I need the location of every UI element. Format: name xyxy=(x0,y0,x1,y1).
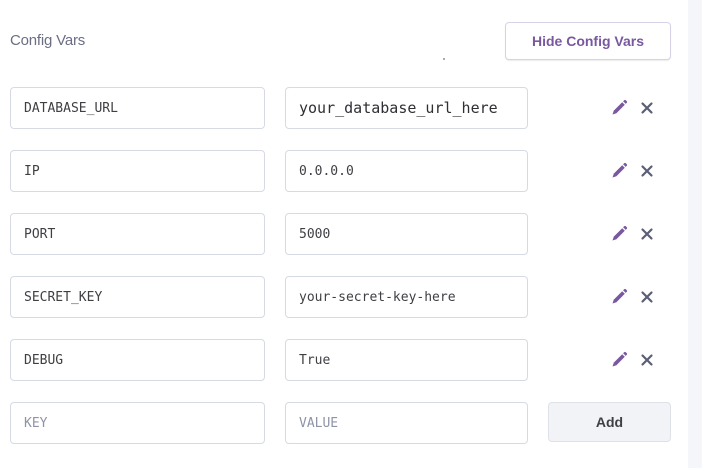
pencil-icon[interactable] xyxy=(609,224,629,244)
config-value-field[interactable]: your-secret-key-here xyxy=(285,276,528,318)
pencil-icon[interactable] xyxy=(609,287,629,307)
config-var-row: IP 0.0.0.0 xyxy=(0,150,688,192)
hide-config-vars-button[interactable]: Hide Config Vars xyxy=(505,22,671,60)
stray-dot xyxy=(443,58,445,60)
config-value-field[interactable]: 5000 xyxy=(285,213,528,255)
close-icon[interactable] xyxy=(637,224,657,244)
config-key-field[interactable]: PORT xyxy=(10,213,265,255)
new-key-input[interactable]: KEY xyxy=(10,402,265,444)
section-title: Config Vars xyxy=(10,32,86,49)
pencil-icon[interactable] xyxy=(609,161,629,181)
config-var-row: DATABASE_URL your_database_url_here xyxy=(0,87,688,129)
close-icon[interactable] xyxy=(637,161,657,181)
pencil-icon[interactable] xyxy=(609,350,629,370)
close-icon[interactable] xyxy=(637,350,657,370)
add-button[interactable]: Add xyxy=(548,402,671,442)
config-var-row: SECRET_KEY your-secret-key-here xyxy=(0,276,688,318)
close-icon[interactable] xyxy=(637,287,657,307)
config-value-field[interactable]: 0.0.0.0 xyxy=(285,150,528,192)
close-icon[interactable] xyxy=(637,98,657,118)
config-key-field[interactable]: SECRET_KEY xyxy=(10,276,265,318)
config-key-field[interactable]: IP xyxy=(10,150,265,192)
config-key-field[interactable]: DEBUG xyxy=(10,339,265,381)
config-var-row: DEBUG True xyxy=(0,339,688,381)
config-value-field[interactable]: True xyxy=(285,339,528,381)
config-value-field[interactable]: your_database_url_here xyxy=(285,87,528,129)
right-gutter xyxy=(688,0,702,468)
pencil-icon[interactable] xyxy=(609,98,629,118)
config-var-row: PORT 5000 xyxy=(0,213,688,255)
new-value-input[interactable]: VALUE xyxy=(285,402,528,444)
config-key-field[interactable]: DATABASE_URL xyxy=(10,87,265,129)
new-config-var-row: KEY VALUE Add xyxy=(0,402,688,444)
